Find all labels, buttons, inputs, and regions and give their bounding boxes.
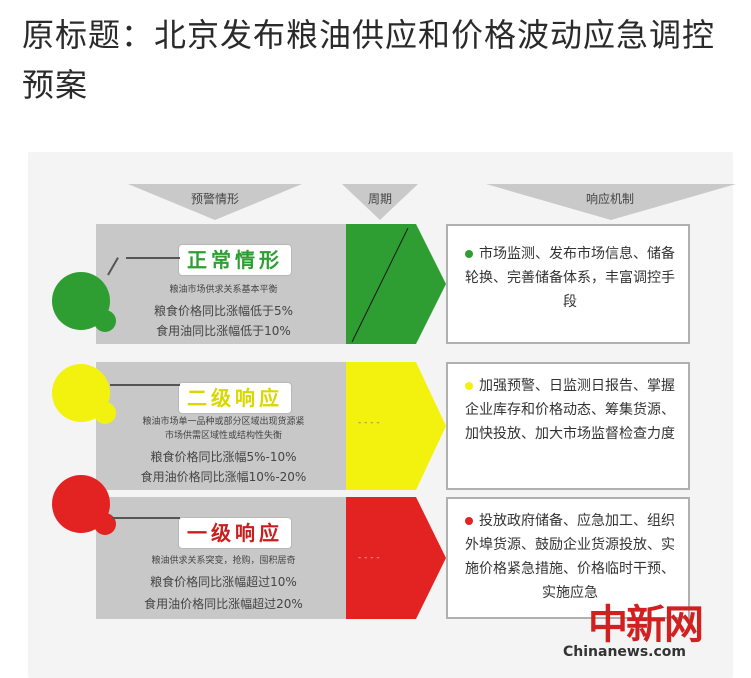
condition-subtitle-2: 市场供需区域性或结构性失衡 [164,431,282,441]
level-label: 二级响应 [178,382,292,414]
condition-oil: 食用油同比涨幅低于10% [156,324,291,338]
condition-subtitle: 粮油市场单一品种或部分区域出现货源紧 [142,417,305,427]
response-text: 加强预警、日监测日报告、掌握企业库存和价格动态、筹集货源、加快投放、加大市场监督… [462,374,678,446]
arrow-right-icon [416,362,446,490]
row-normal: 正常情形 粮油市场供求关系基本平衡 粮食价格同比涨幅低于5% 食用油同比涨幅低于… [28,224,733,344]
watermark-logo: 中新网 [588,601,704,648]
level-label: 正常情形 [178,244,292,276]
cycle-block-yellow [346,362,416,490]
bullet-icon [465,382,473,390]
response-actions: 投放政府储备、应急加工、组织外埠货源、鼓励企业货源投放、实施价格紧急措施、价格临… [465,513,675,601]
condition-oil: 食用油价格同比涨幅10%-20% [140,470,307,484]
status-indicator-green [52,272,122,342]
cycle-block-red [346,497,416,619]
condition-subtitle: 粮油供求关系突变，抢购，囤积居奇 [151,556,296,566]
arrow-right-icon [416,497,446,619]
arrow-right-icon [416,224,446,344]
status-indicator-red [52,475,122,545]
condition-grain: 粮食价格同比涨幅超过10% [150,575,297,589]
level-label: 一级响应 [178,517,292,549]
response-actions: 市场监测、发布市场信息、储备轮换、完善储备体系，丰富调控手段 [465,246,675,310]
header-cycle-label: 周期 [367,192,392,206]
leader-line [112,517,180,519]
condition-subtitle: 粮油市场供求关系基本平衡 [169,285,278,295]
cycle-text: - - - - [358,553,380,563]
header-warning-label: 预警情形 [190,192,239,206]
watermark-site: Chinanews.com [563,644,687,660]
leader-line [126,257,180,259]
bullet-icon [465,250,473,258]
condition-grain: 粮食价格同比涨幅低于5% [153,304,294,318]
leader-line [110,384,180,386]
response-box: 市场监测、发布市场信息、储备轮换、完善储备体系，丰富调控手段 [446,224,690,344]
header-response-label: 响应机制 [585,192,634,206]
condition-oil: 食用油价格同比涨幅超过20% [144,597,303,611]
cycle-block-green [346,224,416,344]
response-actions: 加强预警、日监测日报告、掌握企业库存和价格动态、筹集货源、加快投放、加大市场监督… [465,378,675,442]
row-level-2: 二级响应 粮油市场单一品种或部分区域出现货源紧 市场供需区域性或结构性失衡 粮食… [28,362,733,490]
diagonal-line [351,227,409,343]
status-indicator-yellow [52,364,122,434]
bullet-icon [465,517,473,525]
emergency-response-infographic: 预警情形 周期 响应机制 正常情形 粮油市场供求关系基本平衡 粮食价格同比涨幅低… [28,152,736,678]
condition-grain: 粮食价格同比涨幅5%-10% [150,450,297,464]
cycle-text: - - - - [358,418,380,428]
response-text: 投放政府储备、应急加工、组织外埠货源、鼓励企业货源投放、实施价格紧急措施、价格临… [462,509,678,605]
response-text: 市场监测、发布市场信息、储备轮换、完善储备体系，丰富调控手段 [462,242,678,314]
response-box: 加强预警、日监测日报告、掌握企业库存和价格动态、筹集货源、加快投放、加大市场监督… [446,362,690,490]
article-title: 原标题：北京发布粮油供应和价格波动应急调控预案 [22,16,716,104]
